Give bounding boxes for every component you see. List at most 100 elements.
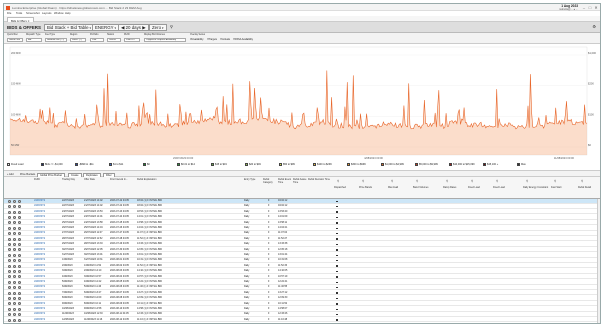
legend-item[interactable]: Max [517, 163, 526, 166]
menu-tools[interactable]: Tools [16, 12, 22, 15]
row-action-icon[interactable] [8, 253, 11, 257]
period-select[interactable]: ◀ 20 days ▶ [118, 24, 149, 31]
row-action-icon[interactable] [13, 210, 16, 214]
cell-duid[interactable]: LNROST2 [34, 291, 45, 296]
row-action-icon[interactable] [8, 237, 11, 241]
column-header[interactable]: Rebid Explanation [137, 178, 243, 182]
pin-icon[interactable]: ⚲ [446, 179, 448, 183]
row-action-icon[interactable] [13, 232, 16, 236]
param-region[interactable]: NSW1 (?) [70, 38, 86, 42]
cell-duid[interactable]: LNROST2 [34, 210, 45, 215]
menu-layouts[interactable]: Layouts [42, 12, 51, 15]
table-row[interactable]: LNROST2 28/07/2023 27/07/2023 11:52 2023-07… [4, 237, 600, 242]
row-action-icon[interactable] [18, 242, 21, 246]
cell-duid[interactable]: LNROST2 [34, 253, 45, 258]
row-action-icon[interactable] [8, 248, 11, 252]
column-header[interactable]: Entry Type [244, 178, 262, 182]
row-action-icon[interactable] [18, 253, 21, 257]
table-row[interactable]: LNROST2 5/08/2023 4/08/2023 12:22 2023-08-0… [4, 280, 600, 285]
table-row[interactable]: LNROST2 22/07/2023 21/07/2023 14:02 2023-07… [4, 204, 600, 209]
row-action-icon[interactable] [13, 269, 16, 273]
row-action-icon[interactable] [8, 286, 11, 290]
row-action-icon[interactable] [18, 248, 21, 252]
legend-item[interactable]: $10,000 to $15,099 [449, 163, 475, 166]
row-action-icon[interactable] [8, 215, 11, 219]
param-station[interactable]: GNSW [107, 38, 121, 42]
vertical-scrollbar[interactable] [597, 199, 600, 323]
row-action-icon[interactable] [8, 280, 11, 284]
row-action-icon[interactable] [18, 291, 21, 295]
row-action-icon[interactable] [8, 318, 11, 322]
table-row[interactable]: LNROST2 7/08/2023 6/08/2023 13:27 2023-08-0… [4, 291, 600, 296]
legend-item[interactable]: $15,100 + [483, 163, 498, 166]
row-action-icon[interactable] [8, 210, 11, 214]
table-row[interactable]: LNROST2 24/07/2023 23/07/2023 14:01 2023-07… [4, 215, 600, 220]
pin-icon[interactable]: ⚲ [170, 24, 173, 29]
row-action-icon[interactable] [13, 253, 16, 257]
row-action-icon[interactable] [8, 242, 11, 246]
row-action-icon[interactable] [8, 199, 11, 203]
row-action-icon[interactable] [13, 226, 16, 230]
column-header[interactable]: Offer Date [84, 178, 109, 182]
row-action-icon[interactable] [13, 296, 16, 300]
row-action-icon[interactable] [8, 302, 11, 306]
row-action-icon[interactable] [13, 259, 16, 263]
row-action-icon[interactable] [13, 313, 16, 317]
cell-duid[interactable]: LNROST2 [34, 307, 45, 312]
view-select[interactable]: Bid Stack + Bid Table▾ [44, 24, 95, 31]
cell-duid[interactable]: LNROST2 [34, 242, 45, 247]
row-action-icon[interactable] [18, 318, 21, 322]
table-row[interactable]: LNROST2 31/07/2023 30/07/2023 13:01 2023-07… [4, 253, 600, 258]
row-action-icon[interactable] [8, 259, 11, 263]
row-action-icon[interactable] [13, 318, 16, 322]
legend-item[interactable]: Fixed Load [7, 163, 23, 166]
cell-duid[interactable]: LNROST2 [34, 258, 45, 263]
check-availability[interactable]: ☑Availability [190, 38, 203, 41]
row-action-icon[interactable] [18, 205, 21, 209]
row-action-icon[interactable] [18, 313, 21, 317]
table-row[interactable]: LNROST2 3/08/2023 2/08/2023 14:10 2023-08-0… [4, 269, 600, 274]
table-row[interactable]: LNROST2 1/08/2023 31/07/2023 10:31 2023-08-… [4, 258, 600, 263]
cell-duid[interactable]: LNROST2 [34, 221, 45, 226]
column-header[interactable]: Fast Start [551, 186, 577, 190]
legend-item[interactable]: -$999 to -$11 [75, 163, 94, 166]
table-row[interactable]: LNROST2 22/07/2023 21/07/2023 14:02 2023-07… [4, 199, 600, 204]
row-action-icon[interactable] [13, 242, 16, 246]
column-header[interactable]: Rebid Aware Time [293, 178, 307, 185]
cell-duid[interactable]: LNROST2 [34, 231, 45, 236]
row-action-icon[interactable] [18, 286, 21, 290]
menu-window[interactable]: Window [54, 12, 64, 15]
cell-duid[interactable]: LNROST2 [34, 248, 45, 253]
legend-item[interactable]: $50 to $99 [279, 163, 295, 166]
row-action-icon[interactable] [13, 307, 16, 311]
row-action-icon[interactable] [8, 205, 11, 209]
menu-help[interactable]: Help [65, 12, 71, 15]
legend-item[interactable]: Bids <= -$1,000 [41, 163, 63, 166]
row-action-icon[interactable] [8, 221, 11, 225]
zoom-select[interactable]: Zero▾ [149, 24, 167, 31]
row-action-icon[interactable] [18, 275, 21, 279]
param-bidvolumes[interactable]: Capped at Dispatch Availability [144, 38, 186, 42]
cell-duid[interactable]: LNROST2 [34, 296, 45, 301]
row-action-icon[interactable] [13, 215, 16, 219]
pin-icon[interactable]: ⚲ [471, 179, 473, 183]
param-duid[interactable]: LNROST [124, 38, 140, 42]
row-action-icon[interactable] [18, 199, 21, 203]
row-action-icon[interactable] [8, 307, 11, 311]
row-action-icon[interactable] [13, 291, 16, 295]
cell-duid[interactable]: LNROST2 [34, 302, 45, 307]
column-header[interactable]: Fixed Load [493, 186, 522, 190]
row-action-icon[interactable] [18, 226, 21, 230]
table-row[interactable]: LNROST2 4/08/2023 3/08/2023 10:57 2023-08-0… [4, 275, 600, 280]
legend-item[interactable]: $20 to $49 [245, 163, 261, 166]
table-row[interactable]: LNROST2 29/07/2023 28/07/2023 13:33 2023-07… [4, 242, 600, 247]
column-header[interactable]: Price Bands [359, 186, 387, 190]
row-action-icon[interactable] [8, 296, 11, 300]
row-action-icon[interactable] [13, 275, 16, 279]
table-row[interactable]: LNROST2 12/08/2023 11/08/2023 11:16 2023-08… [4, 318, 600, 323]
legend-item[interactable]: $1,000 to $4,999 [381, 163, 404, 166]
row-action-icon[interactable] [18, 264, 21, 268]
column-header[interactable]: Rebid Decision Time [308, 178, 333, 182]
add-button[interactable]: + Add [7, 173, 13, 176]
table-row[interactable]: LNROST2 2/08/2023 1/08/2023 11:52 2023-08-0… [4, 264, 600, 269]
